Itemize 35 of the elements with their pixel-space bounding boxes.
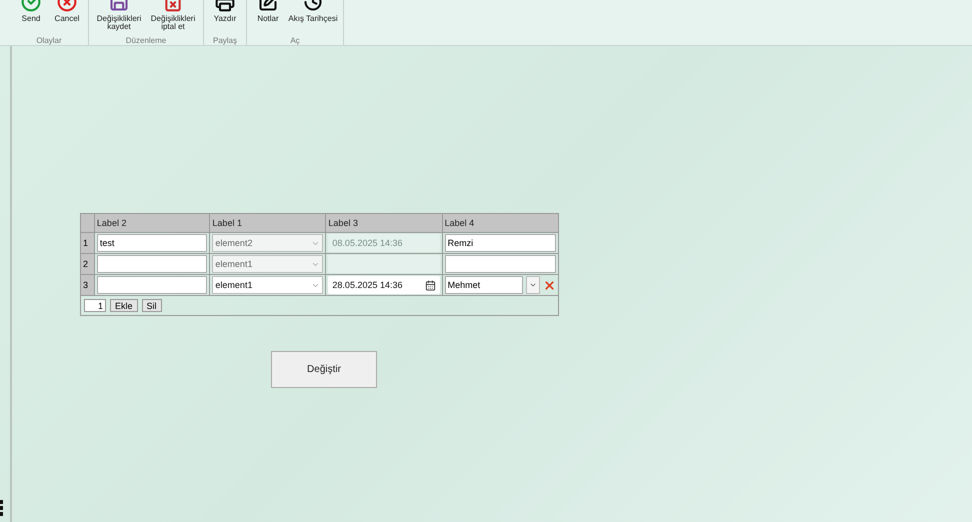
date-field[interactable]: 28.05.2025 14:36	[328, 276, 440, 294]
row-number: 2	[83, 259, 88, 269]
delete-icon[interactable]	[543, 278, 556, 292]
ribbon-button[interactable]: Yazdır	[208, 0, 242, 34]
combo-field[interactable]: Mehmet	[444, 276, 523, 294]
grip-icon	[0, 500, 3, 518]
input-field[interactable]: Remzi	[444, 234, 556, 252]
ribbon-button[interactable]: Değişiklikleri iptal et	[147, 0, 199, 34]
group-label: Paylaş	[212, 36, 237, 45]
column-header: Label 1	[210, 214, 326, 232]
ribbon-button[interactable]: Send	[14, 0, 48, 34]
grid-button[interactable]: Ekle	[110, 299, 138, 312]
dropdown-button[interactable]	[526, 276, 540, 294]
grid-button[interactable]: Sil	[142, 299, 162, 312]
input-field[interactable]	[96, 255, 208, 273]
input-field[interactable]: test	[96, 234, 208, 252]
group-label: Olaylar	[36, 36, 62, 45]
select-field[interactable]: element1	[212, 276, 324, 294]
ribbon-button[interactable]: Notlar	[251, 0, 285, 34]
ribbon-button[interactable]: Akış Tarihçesi	[287, 0, 339, 34]
row-number: 1	[83, 238, 88, 248]
column-header: Label 3	[326, 214, 442, 232]
input-field[interactable]	[96, 276, 208, 294]
column-header: Label 4	[442, 214, 558, 232]
ribbon-button[interactable]: Cancel	[50, 0, 84, 34]
column-header: Label 2	[94, 214, 210, 232]
group-label: Düzenleme	[126, 36, 166, 45]
calendar-icon[interactable]	[424, 280, 436, 290]
caret-icon	[529, 281, 537, 289]
group-label: Aç	[290, 36, 300, 45]
input-field[interactable]	[444, 255, 556, 273]
submit-button[interactable]: Değiştir	[271, 351, 377, 388]
row-number: 3	[83, 280, 88, 290]
count-field[interactable]: 1	[84, 299, 106, 312]
ribbon-button[interactable]: Değişiklikleri kaydet	[93, 0, 145, 34]
